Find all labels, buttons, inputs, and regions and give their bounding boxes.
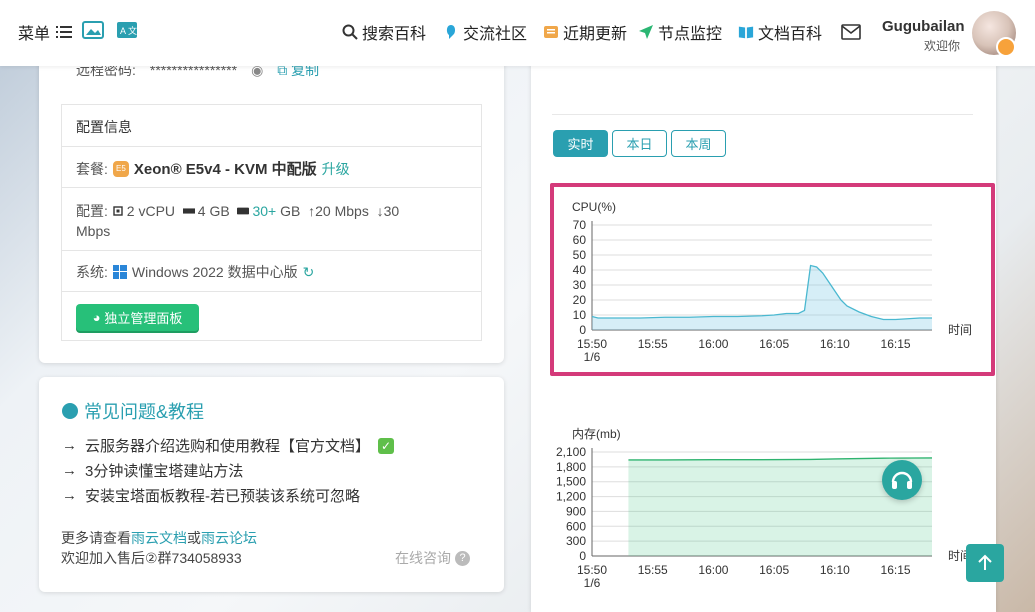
y-tick-label: 1,200 [556,490,586,504]
y-tick-label: 900 [566,504,586,518]
svg-text:A: A [120,26,126,36]
y-axis-label: 内存(mb) [572,427,621,441]
nav-community[interactable]: 交流社区 [443,20,527,44]
x-tick-label: 16:00 [698,563,728,577]
nav-docs[interactable]: 文档百科 [738,20,822,44]
y-tick-label: 1,500 [556,475,586,489]
translate-icon[interactable]: A文 [116,21,138,39]
headset-icon [891,471,913,489]
x-tick-label: 16:10 [820,563,850,577]
chat-icon [446,25,456,39]
nav-node-monitor[interactable]: 节点监控 [638,20,722,44]
x-tick-label: 16:05 [759,563,789,577]
nav-label: 搜索百科 [362,26,427,43]
nav-search-wiki[interactable]: 搜索百科 [342,20,426,44]
search-icon [342,24,358,40]
y-tick-label: 1,800 [556,460,586,474]
y-tick-label: 300 [566,534,586,548]
back-to-top-button[interactable] [966,544,1004,582]
avatar-badge [996,37,1016,57]
send-icon [639,25,653,39]
image-icon[interactable] [82,21,104,39]
updates-icon [544,26,558,38]
y-tick-label: 600 [566,519,586,533]
user-greeting: 欢迎你 [924,39,961,53]
x-tick-label: 16:15 [881,563,911,577]
x-tick-label: 1/6 [584,576,601,590]
y-tick-label: 2,100 [556,445,586,459]
y-tick-label: 0 [579,549,586,563]
user-name[interactable]: Gugubailan [882,18,965,35]
book-icon [738,26,754,39]
nav-label: 近期更新 [563,26,628,43]
mail-icon[interactable] [841,24,861,40]
menu-label: 菜单 [18,26,51,43]
support-button[interactable] [882,460,922,500]
list-icon [56,26,73,38]
nav-updates[interactable]: 近期更新 [543,20,627,44]
svg-text:文: 文 [128,25,137,36]
x-tick-label: 15:55 [638,563,668,577]
top-navbar: 菜单 A文 搜索百科 交流社区 近期更新 节点监控 文档百科 Gugubaila… [0,0,1035,66]
memory-chart: 内存(mb) 03006009001,2001,5001,8002,100 15:5… [556,427,972,590]
nav-label: 文档百科 [758,26,823,43]
menu-button[interactable]: 菜单 [18,20,73,44]
cpu-highlight-box [550,183,995,376]
nav-label: 节点监控 [658,26,723,43]
nav-label: 交流社区 [463,26,528,43]
arrow-up-icon [978,554,992,570]
x-tick-label: 15:50 [577,563,607,577]
